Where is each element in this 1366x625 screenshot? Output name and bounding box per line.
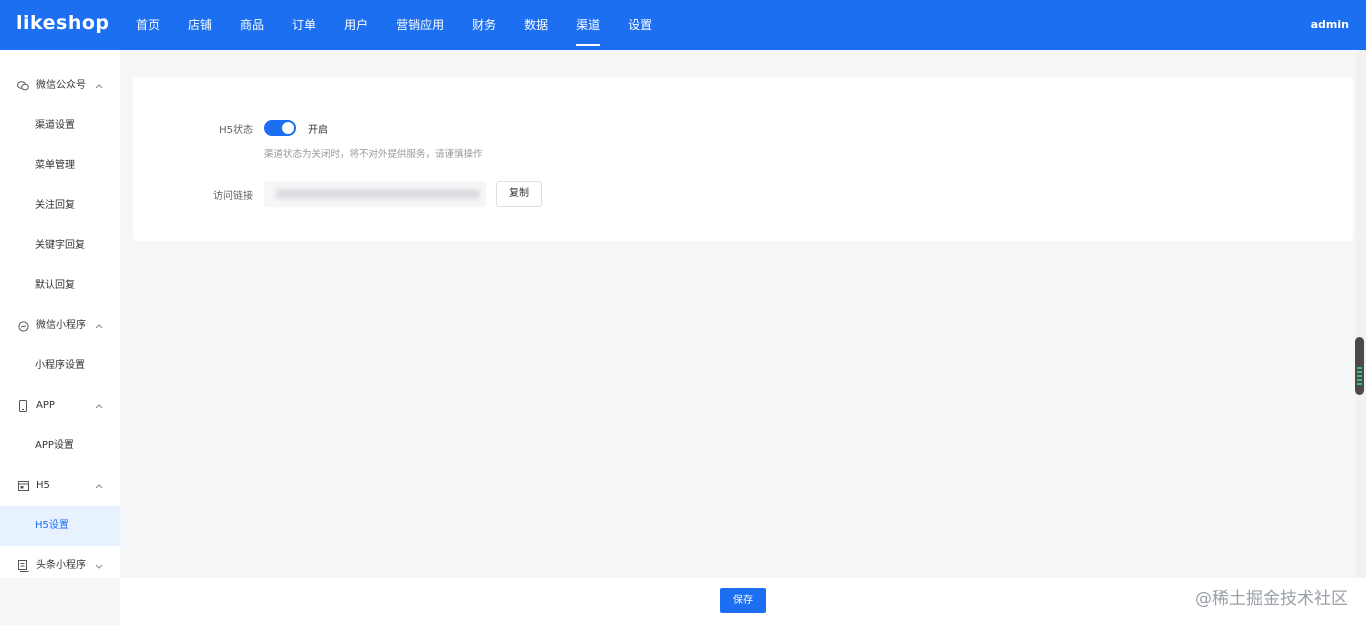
sidebar-group-label: APP [36,400,55,411]
wechat-icon [17,66,29,106]
nav-item-users[interactable]: 用户 [330,0,382,50]
sidebar-item-default-reply[interactable]: 默认回复 [0,266,120,306]
scrollbar-grip [1357,367,1362,387]
chevron-up-icon [95,386,103,426]
h5-status-label: H5状态 [219,125,253,136]
sidebar-group-toutiao[interactable]: 头条小程序 [0,546,120,578]
access-url-field[interactable] [264,181,486,207]
sidebar-group-wechat-official[interactable]: 微信公众号 [0,66,120,106]
sidebar-item-app-settings[interactable]: APP设置 [0,426,120,466]
h5-status-text: 开启 [308,125,328,136]
h5-settings-card: H5状态 开启 渠道状态为关闭时，将不对外提供服务，请谨慎操作 访问链接 复制 [133,77,1353,241]
sidebar-item-mini-program-settings[interactable]: 小程序设置 [0,346,120,386]
chevron-up-icon [95,66,103,106]
scrollbar-track[interactable] [1356,50,1366,578]
nav-item-channels[interactable]: 渠道 [562,0,614,50]
scrollbar-thumb[interactable] [1355,337,1364,395]
chevron-up-icon [95,306,103,346]
logo[interactable]: likeshop [16,12,110,34]
copy-button[interactable]: 复制 [496,181,542,207]
h5-status-hint: 渠道状态为关闭时，将不对外提供服务，请谨慎操作 [264,149,483,160]
top-navbar: likeshop 首页 店铺 商品 订单 用户 营销应用 财务 数据 渠道 设置… [0,0,1366,50]
access-url-label: 访问链接 [213,191,253,202]
chevron-down-icon [95,546,103,578]
phone-icon [17,386,29,426]
sidebar-group-label: 头条小程序 [36,560,86,571]
sidebar-item-follow-reply[interactable]: 关注回复 [0,186,120,226]
nav-item-marketing[interactable]: 营销应用 [382,0,458,50]
nav-item-goods[interactable]: 商品 [226,0,278,50]
sidebar-item-channel-settings[interactable]: 渠道设置 [0,106,120,146]
watermark: @稀土掘金技术社区 [1195,589,1348,609]
sidebar-item-menu-management[interactable]: 菜单管理 [0,146,120,186]
h5-status-toggle[interactable] [264,120,296,136]
main-nav: 首页 店铺 商品 订单 用户 营销应用 财务 数据 渠道 设置 [122,0,666,50]
sidebar-group-label: H5 [36,480,50,491]
toggle-knob [282,122,294,134]
toutiao-icon [17,546,29,578]
nav-item-finance[interactable]: 财务 [458,0,510,50]
h5-icon [17,466,29,506]
nav-item-home[interactable]: 首页 [122,0,174,50]
nav-item-settings[interactable]: 设置 [614,0,666,50]
nav-item-shop[interactable]: 店铺 [174,0,226,50]
sidebar-group-mini-program[interactable]: 微信小程序 [0,306,120,346]
nav-item-data[interactable]: 数据 [510,0,562,50]
sidebar-group-app[interactable]: APP [0,386,120,426]
save-button[interactable]: 保存 [720,588,766,613]
mini-program-icon [17,306,29,346]
sidebar-group-label: 微信公众号 [36,80,86,91]
footer-bar: 保存 [120,578,1366,625]
sidebar-item-keyword-reply[interactable]: 关键字回复 [0,226,120,266]
chevron-up-icon [95,466,103,506]
sidebar: 微信公众号 渠道设置 菜单管理 关注回复 关键字回复 默认回复 微信小程序 小程… [0,50,120,578]
sidebar-item-h5-settings[interactable]: H5设置 [0,506,120,546]
sidebar-group-h5[interactable]: H5 [0,466,120,506]
sidebar-group-label: 微信小程序 [36,320,86,331]
user-menu[interactable]: admin [1311,0,1349,50]
nav-item-orders[interactable]: 订单 [278,0,330,50]
blurred-url [276,189,480,199]
